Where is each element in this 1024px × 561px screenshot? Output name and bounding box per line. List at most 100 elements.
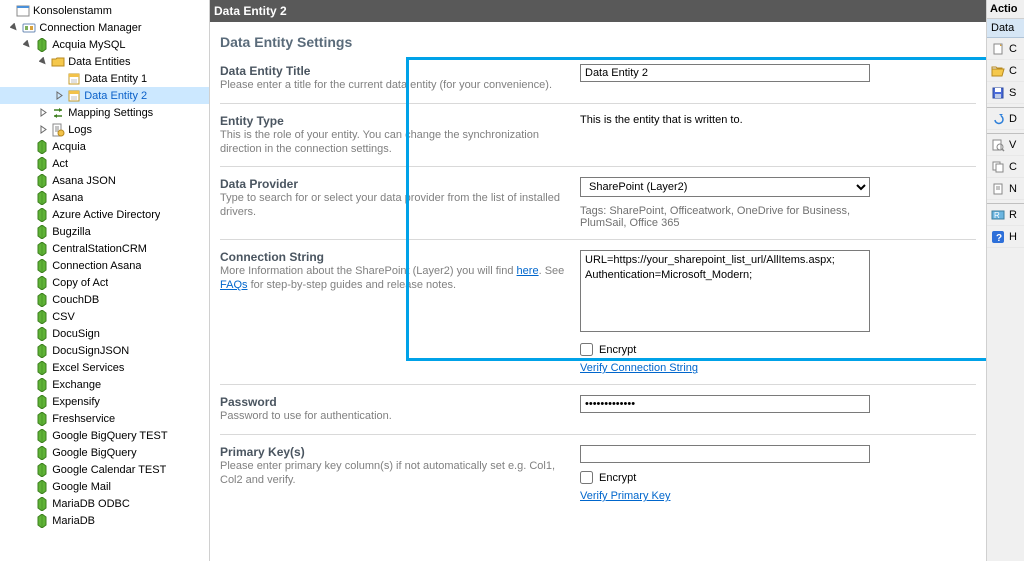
tree-node-google-bigquery-test[interactable]: Google BigQuery TEST <box>0 427 209 444</box>
action-label: C <box>1009 43 1017 55</box>
action-label: D <box>1009 113 1017 125</box>
tree-node-data-entity-1[interactable]: Data Entity 1 <box>0 70 209 87</box>
title-input[interactable] <box>580 64 870 82</box>
tree-connection-manager[interactable]: Connection Manager <box>0 19 209 36</box>
tree-node-google-mail[interactable]: Google Mail <box>0 478 209 495</box>
expand-icon[interactable] <box>38 124 49 135</box>
tree-label: Data Entity 1 <box>84 73 147 85</box>
action-new[interactable]: C <box>987 38 1024 60</box>
main-panel: Data Entity 2 Data Entity Settings Data … <box>210 0 986 561</box>
dataprovider-label: Data Provider <box>220 177 570 191</box>
action-view[interactable]: V <box>987 134 1024 156</box>
tree-label: Asana <box>52 192 83 204</box>
connstr-here-link[interactable]: here <box>517 265 539 277</box>
open-icon <box>991 64 1005 78</box>
password-label: Password <box>220 395 570 409</box>
primarykey-label: Primary Key(s) <box>220 445 570 459</box>
cm-icon <box>22 21 36 35</box>
tree-node-couchdb[interactable]: CouchDB <box>0 291 209 308</box>
tree-node-data-entities[interactable]: Data Entities <box>0 53 209 70</box>
tree-node-azure-active-directory[interactable]: Azure Active Directory <box>0 206 209 223</box>
db-icon <box>35 157 49 171</box>
action-label: H <box>1009 231 1017 243</box>
tree-node-docusignjson[interactable]: DocuSignJSON <box>0 342 209 359</box>
tree-label: Google BigQuery <box>52 447 136 459</box>
actions-header: Actio <box>987 0 1024 19</box>
svg-text:R: R <box>994 211 1000 220</box>
action-refresh[interactable]: RR <box>987 204 1024 226</box>
doc-icon <box>991 182 1005 196</box>
db-icon <box>35 480 49 494</box>
tree-node-google-bigquery[interactable]: Google BigQuery <box>0 444 209 461</box>
action-copy[interactable]: C <box>987 156 1024 178</box>
tree-node-csv[interactable]: CSV <box>0 308 209 325</box>
tree-label: Mapping Settings <box>68 107 153 119</box>
connstr-faq-link[interactable]: FAQs <box>220 279 248 291</box>
tree-node-acquia[interactable]: Acquia <box>0 138 209 155</box>
tree-label: Connection Asana <box>52 260 141 272</box>
verify-connstr-link[interactable]: Verify Connection String <box>580 362 698 374</box>
svg-text:?: ? <box>996 233 1002 244</box>
db-icon <box>35 395 49 409</box>
tree-node-asana-json[interactable]: Asana JSON <box>0 172 209 189</box>
undo-icon <box>991 112 1005 126</box>
tree-label: Freshservice <box>52 413 115 425</box>
title-label: Data Entity Title <box>220 64 570 78</box>
tree-node-centralstationcrm[interactable]: CentralStationCRM <box>0 240 209 257</box>
tree-node-excel-services[interactable]: Excel Services <box>0 359 209 376</box>
tree-node-exchange[interactable]: Exchange <box>0 376 209 393</box>
expand-icon[interactable] <box>38 107 49 118</box>
tree-node-mapping-settings[interactable]: Mapping Settings <box>0 104 209 121</box>
primarykey-input[interactable] <box>580 445 870 463</box>
tree-label: Excel Services <box>52 362 124 374</box>
verify-primarykey-link[interactable]: Verify Primary Key <box>580 490 670 502</box>
tree-node-acquia-mysql[interactable]: Acquia MySQL <box>0 36 209 53</box>
db-icon <box>35 446 49 460</box>
tree-node-data-entity-2[interactable]: Data Entity 2 <box>0 87 209 104</box>
tree-node-bugzilla[interactable]: Bugzilla <box>0 223 209 240</box>
action-label: R <box>1009 209 1017 221</box>
db-icon <box>35 208 49 222</box>
collapse-icon[interactable] <box>38 56 49 67</box>
dataprovider-select[interactable]: SharePoint (Layer2) <box>580 177 870 197</box>
tree-label: Act <box>52 158 68 170</box>
db-icon <box>35 225 49 239</box>
tree-node-copy-of-act[interactable]: Copy of Act <box>0 274 209 291</box>
tree-node-logs[interactable]: Logs <box>0 121 209 138</box>
tree-node-asana[interactable]: Asana <box>0 189 209 206</box>
collapse-icon[interactable] <box>9 22 20 33</box>
tree-label: Bugzilla <box>52 226 91 238</box>
entity-icon <box>67 72 81 86</box>
action-doc[interactable]: N <box>987 178 1024 200</box>
action-help[interactable]: ?H <box>987 226 1024 248</box>
primarykey-encrypt-checkbox[interactable] <box>580 471 593 484</box>
tree-node-google-calendar-test[interactable]: Google Calendar TEST <box>0 461 209 478</box>
tree-label: CouchDB <box>52 294 99 306</box>
tree-node-connection-asana[interactable]: Connection Asana <box>0 257 209 274</box>
action-undo[interactable]: D <box>987 108 1024 130</box>
tree-label: Google Calendar TEST <box>52 464 166 476</box>
action-open[interactable]: C <box>987 60 1024 82</box>
logs-icon <box>51 123 65 137</box>
connstr-encrypt-checkbox[interactable] <box>580 343 593 356</box>
tree-node-expensify[interactable]: Expensify <box>0 393 209 410</box>
tree-node-act[interactable]: Act <box>0 155 209 172</box>
section-password: Password Password to use for authenticat… <box>220 391 976 435</box>
tree-node-docusign[interactable]: DocuSign <box>0 325 209 342</box>
action-save[interactable]: S <box>987 82 1024 104</box>
section-data-provider: Data Provider Type to search for or sele… <box>220 173 976 240</box>
db-icon <box>35 38 49 52</box>
tree-node-mariadb-odbc[interactable]: MariaDB ODBC <box>0 495 209 512</box>
tree-label: Copy of Act <box>52 277 108 289</box>
collapse-icon[interactable] <box>22 39 33 50</box>
actions-tab[interactable]: Data <box>987 19 1024 38</box>
expand-icon[interactable] <box>54 90 65 101</box>
connstr-textarea[interactable]: URL=https://your_sharepoint_list_url/All… <box>580 250 870 332</box>
tree-root[interactable]: Konsolenstamm <box>0 2 209 19</box>
tree-node-freshservice[interactable]: Freshservice <box>0 410 209 427</box>
db-icon <box>35 327 49 341</box>
password-input[interactable] <box>580 395 870 413</box>
tree-label: DocuSignJSON <box>52 345 129 357</box>
db-icon <box>35 310 49 324</box>
tree-node-mariadb[interactable]: MariaDB <box>0 512 209 529</box>
